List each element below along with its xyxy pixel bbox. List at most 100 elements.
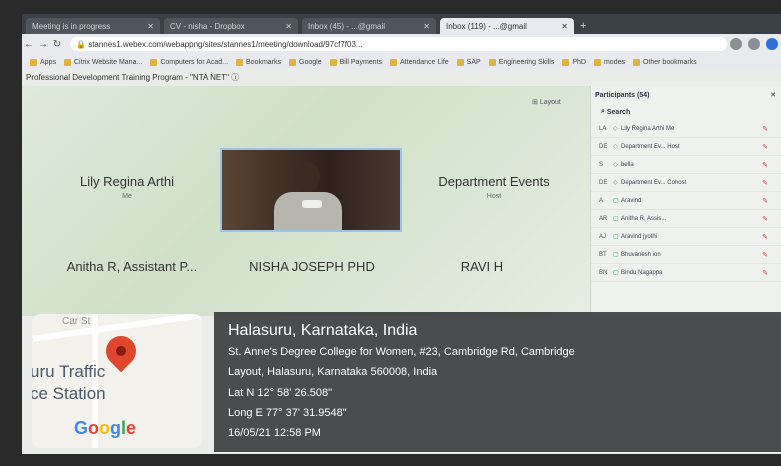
google-logo: Google xyxy=(74,418,137,438)
participant-row[interactable]: DE ◇ Department Ev... Host ✎ xyxy=(591,138,781,156)
browser-tab[interactable]: CV - nisha - Dropbox ✕ xyxy=(164,18,298,34)
participant-search-input[interactable]: ⌕ Search xyxy=(591,104,781,120)
close-icon[interactable]: ✕ xyxy=(770,91,776,99)
tab-label: CV - nisha - Dropbox xyxy=(170,21,245,31)
bookmark-item[interactable]: PhD xyxy=(562,58,586,66)
participant-row[interactable]: BT ▢ Bhuvanesh ion ✎ xyxy=(591,246,781,264)
map-pin-dot xyxy=(113,343,129,359)
bookmark-item[interactable]: Attendance Life xyxy=(390,58,449,66)
close-icon[interactable]: ✕ xyxy=(147,22,154,31)
mic-muted-icon[interactable]: ✎ xyxy=(762,215,768,223)
participant-tile[interactable]: RAVI H xyxy=(432,259,532,274)
video-icon: ◇ xyxy=(613,126,618,132)
apps-icon xyxy=(30,58,37,66)
mic-muted-icon[interactable]: ✎ xyxy=(762,125,768,133)
layout-button[interactable]: ⊞ Layout xyxy=(532,98,561,106)
folder-icon xyxy=(456,58,464,66)
participant-initials: S xyxy=(599,161,604,168)
participant-tile[interactable]: Lily Regina Arthi Me xyxy=(52,174,202,200)
grid-icon: ⊞ xyxy=(532,99,540,106)
forward-icon[interactable]: → xyxy=(36,39,50,50)
mic-muted-icon[interactable]: ✎ xyxy=(762,251,768,259)
participant-tile[interactable]: Anitha R, Assistant P... xyxy=(42,259,222,274)
participant-tile[interactable]: NISHA JOSEPH PHD xyxy=(227,259,397,274)
geotag-city: Halasuru, Karnataka, India xyxy=(228,322,418,339)
geotag-address-line2: Layout, Halasuru, Karnataka 560008, Indi… xyxy=(228,366,438,378)
bookmark-item[interactable]: Bill Payments xyxy=(329,58,382,66)
tile-name: Lily Regina Arthi xyxy=(80,174,174,189)
lock-icon: 🔒 xyxy=(76,39,89,49)
browser-tab[interactable]: Meeting is in progress ✕ xyxy=(26,18,160,34)
folder-icon xyxy=(593,58,601,66)
participant-initials: DE xyxy=(599,143,608,150)
participant-name: Department Ev... xyxy=(621,143,666,150)
bookmark-label: Apps xyxy=(40,58,56,66)
video-icon: ▢ xyxy=(613,252,619,258)
tile-name: RAVI H xyxy=(460,259,504,274)
bookmark-label: Computers for Acad... xyxy=(160,58,229,66)
participant-row[interactable]: LA ◇ Lily Regina Arthi Me ✎ xyxy=(591,120,781,138)
participant-row[interactable]: S ◇ bella ✎ xyxy=(591,156,781,174)
geotag-datetime: 16/05/21 12:58 PM xyxy=(228,427,321,439)
mic-muted-icon[interactable]: ✎ xyxy=(762,233,768,241)
video-icon: ▢ xyxy=(613,216,619,222)
map-place-label: uru Traffic xyxy=(32,362,106,381)
url-text: stannes1.webex.com/webappng/sites/stanne… xyxy=(88,39,363,49)
bookmark-item[interactable]: Computers for Acad... xyxy=(150,58,229,66)
tile-role: Host xyxy=(486,193,502,200)
participants-title: Participants (54) xyxy=(595,91,650,99)
extension-icon[interactable] xyxy=(730,38,742,50)
bookmark-item[interactable]: Citrix Website Mana... xyxy=(63,58,143,66)
url-input[interactable]: 🔒 stannes1.webex.com/webappng/sites/stan… xyxy=(70,37,727,51)
mic-muted-icon[interactable]: ✎ xyxy=(762,269,768,277)
mic-muted-icon[interactable]: ✎ xyxy=(762,143,768,151)
bookmark-label: Other bookmarks xyxy=(642,58,697,66)
video-icon: ◇ xyxy=(613,162,618,168)
participant-role: Cohost xyxy=(667,179,687,186)
new-tab-icon[interactable]: + xyxy=(580,20,586,32)
participant-row[interactable]: DE ◇ Department Ev... Cohost ✎ xyxy=(591,174,781,192)
participants-panel: Participants (54) ✕ ⌕ Search LA ◇ Lily Regi… xyxy=(590,86,781,316)
folder-icon xyxy=(562,58,570,66)
close-icon[interactable]: ✕ xyxy=(561,22,568,31)
bookmark-label: Citrix Website Mana... xyxy=(73,58,143,66)
folder-icon xyxy=(329,58,337,66)
google-icon xyxy=(289,58,297,66)
participant-name: Lily Regina Arthi xyxy=(621,125,665,132)
browser-tab-bar: Meeting is in progress ✕ CV - nisha - Dro… xyxy=(22,14,781,34)
browser-tab[interactable]: Inbox (45) - ...@gmail ✕ xyxy=(302,18,436,34)
geotag-latitude: Lat N 12° 58' 26.508" xyxy=(228,387,332,399)
participant-tile[interactable]: Department Events Host xyxy=(414,174,574,200)
participant-row[interactable]: BN ▢ Bindu Nagappa ✎ xyxy=(591,264,781,282)
active-speaker-video[interactable] xyxy=(220,148,402,232)
bookmark-item[interactable]: Engineering Skills xyxy=(488,58,554,66)
bookmark-label: Google xyxy=(299,58,322,66)
close-icon[interactable]: ✕ xyxy=(423,22,430,31)
mic-muted-icon[interactable]: ✎ xyxy=(762,161,768,169)
participant-row[interactable]: AR ▢ Anitha R, Assis... ✎ xyxy=(591,210,781,228)
bookmark-item[interactable]: modes xyxy=(593,58,625,66)
geotag-longitude: Long E 77° 37' 31.9548" xyxy=(228,407,347,419)
extension-icon[interactable] xyxy=(748,38,760,50)
reload-icon[interactable]: ↻ xyxy=(50,39,64,50)
bookmark-item[interactable]: SAP xyxy=(456,58,481,66)
participant-name: Bhuvanesh ion xyxy=(621,251,661,258)
close-icon[interactable]: ✕ xyxy=(285,22,292,31)
bookmark-item[interactable]: Apps xyxy=(30,58,56,66)
back-icon[interactable]: ← xyxy=(22,39,36,50)
browser-tab[interactable]: Inbox (119) - ...@gmail ✕ xyxy=(440,18,574,34)
bookmark-item[interactable]: Google xyxy=(289,58,322,66)
participant-name: Aravind xyxy=(621,197,642,204)
profile-avatar[interactable] xyxy=(766,38,778,50)
participant-row[interactable]: AJ ▢ Aravind jyothi ✎ xyxy=(591,228,781,246)
mic-muted-icon[interactable]: ✎ xyxy=(762,197,768,205)
participant-row[interactable]: A ▢ Aravind ✎ xyxy=(591,192,781,210)
mic-muted-icon[interactable]: ✎ xyxy=(762,179,768,187)
tile-role: Me xyxy=(122,193,132,200)
tile-name: Department Events xyxy=(438,174,550,189)
folder-icon xyxy=(488,58,496,66)
bookmark-item[interactable]: Bookmarks xyxy=(236,58,281,66)
bookmark-item[interactable]: Other bookmarks xyxy=(632,58,697,66)
geotag-overlay: Halasuru, Karnataka, India St. Anne's De… xyxy=(214,312,781,452)
info-icon[interactable]: ⓘ xyxy=(231,73,239,82)
